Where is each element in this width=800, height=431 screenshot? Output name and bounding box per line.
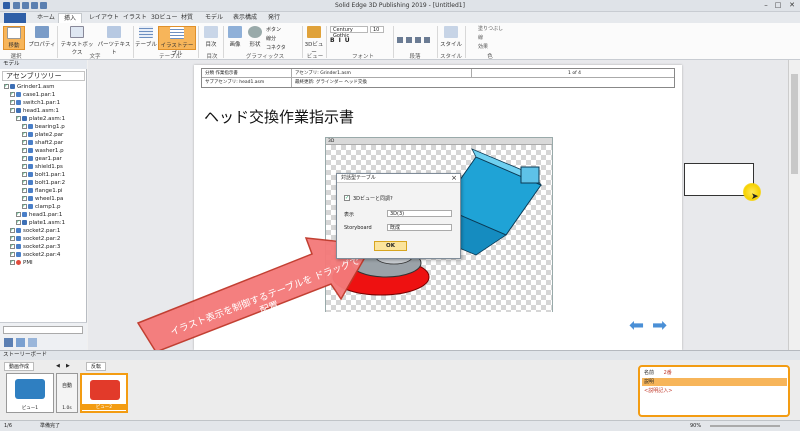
- interactive-table-dialog: 対話型テーブル × ✓ 3Dビューと同調? 表示 3D(3) Storyboar…: [336, 173, 461, 259]
- sync-3dview-checkbox[interactable]: ✓: [344, 195, 350, 201]
- status-text: 準備完了: [40, 423, 61, 429]
- create-video-button[interactable]: 動画作成: [4, 362, 35, 371]
- vertical-scrollbar[interactable]: [788, 60, 800, 350]
- ok-button[interactable]: OK: [374, 241, 407, 251]
- storyboard-frame-selected[interactable]: ビュー2: [80, 373, 128, 413]
- name-row: 名前 2番: [642, 369, 787, 377]
- name-label: 名前: [644, 370, 655, 376]
- dialog-close-icon[interactable]: ×: [451, 174, 457, 183]
- sync-3dview-label: 3Dビューと同調?: [353, 196, 393, 202]
- display-select[interactable]: 3D(3): [387, 210, 452, 217]
- grinder-thumbnail: [90, 380, 120, 400]
- name-value[interactable]: 2番: [664, 370, 672, 376]
- display-label: 表示: [344, 212, 355, 218]
- frame-properties: 名前 2番 説明 <説明記入>: [638, 365, 790, 417]
- grinder-thumbnail: [15, 379, 45, 399]
- auto-label: 自動: [61, 383, 72, 389]
- storyboard-select[interactable]: 既成: [387, 224, 452, 231]
- reverse-button[interactable]: 反転: [86, 362, 107, 371]
- status-bar: 1/6 準備完了 90%: [0, 420, 800, 431]
- zoom-slider[interactable]: [710, 425, 780, 427]
- scroll-thumb[interactable]: [791, 74, 798, 174]
- description-value[interactable]: <説明記入>: [642, 387, 787, 395]
- storyboard-panel: ストーリーボード 動画作成 ◀ ▶ 反転 ビュー1 自動 1.0s ビュー2 名…: [0, 350, 800, 420]
- storyboard-label: Storyboard: [344, 225, 372, 231]
- storyboard-header: ストーリーボード: [0, 351, 800, 360]
- transition-frame[interactable]: 自動 1.0s: [56, 373, 78, 413]
- description-label: 説明: [644, 379, 655, 385]
- next-frame-icon[interactable]: ▶: [62, 362, 74, 371]
- storyboard-frame[interactable]: ビュー1: [6, 373, 54, 413]
- description-row: 説明: [642, 378, 787, 386]
- page-indicator: 1/6: [4, 423, 13, 429]
- dialog-title: 対話型テーブル: [337, 174, 460, 183]
- zoom-level[interactable]: 90%: [690, 421, 701, 431]
